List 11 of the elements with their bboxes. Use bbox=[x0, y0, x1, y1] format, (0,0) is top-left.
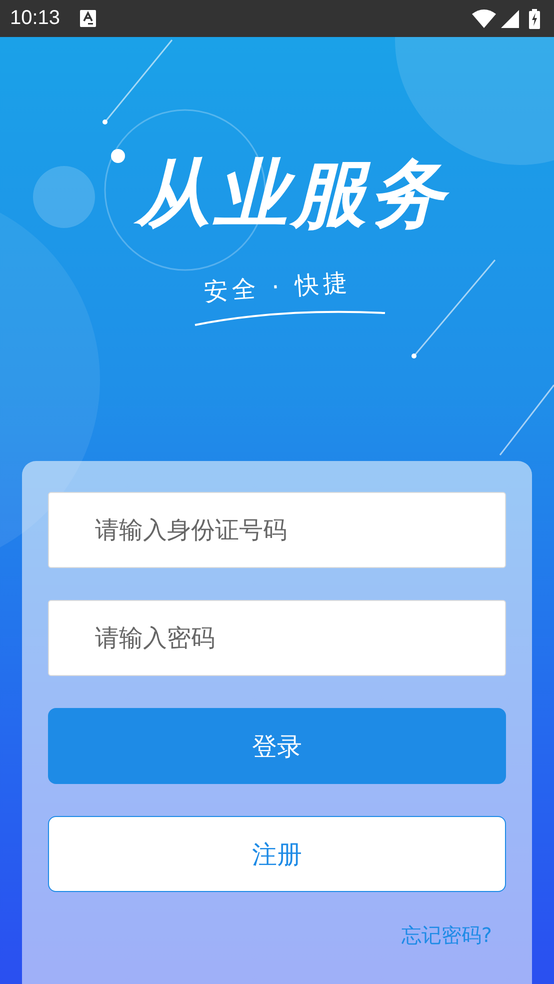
app-title: 从业服务 bbox=[136, 157, 448, 231]
status-time: 10:13 bbox=[10, 7, 60, 30]
battery-icon bbox=[529, 8, 540, 28]
password-field[interactable]: 请输入密码 bbox=[48, 600, 506, 676]
app-slogan: 安全 · 快捷 bbox=[202, 266, 352, 308]
wifi-icon bbox=[472, 9, 496, 28]
id-number-field[interactable]: 请输入身份证号码 bbox=[48, 492, 506, 568]
signal-icon bbox=[501, 10, 519, 28]
register-button[interactable]: 注册 bbox=[48, 816, 506, 892]
notification-icon bbox=[80, 10, 96, 27]
login-button[interactable]: 登录 bbox=[48, 708, 506, 784]
